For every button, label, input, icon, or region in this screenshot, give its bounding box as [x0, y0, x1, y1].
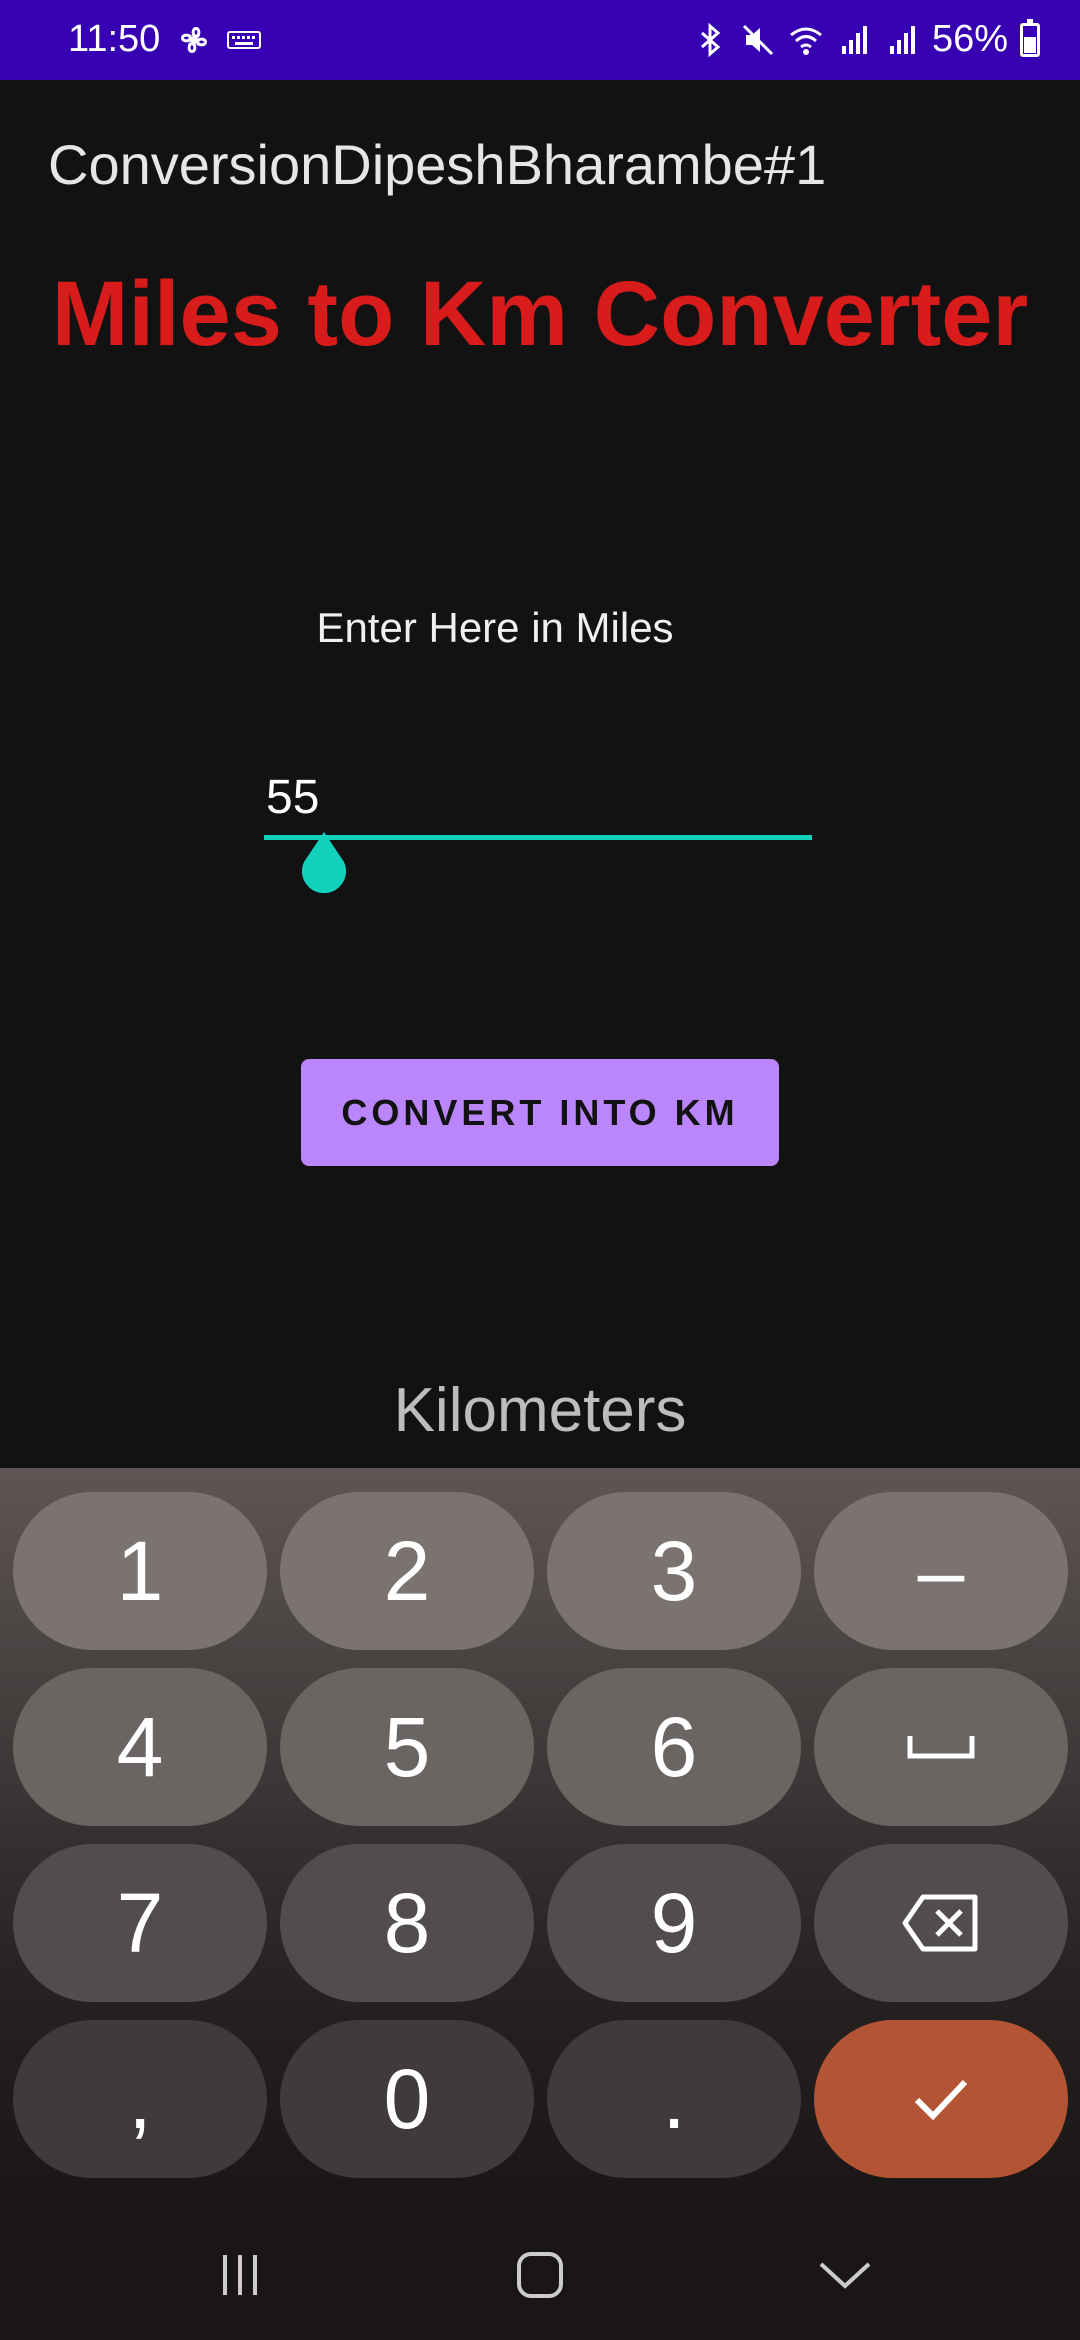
key-period[interactable]: . — [547, 2020, 801, 2178]
miles-input[interactable] — [266, 770, 806, 825]
miles-input-container[interactable] — [264, 770, 812, 840]
key-2[interactable]: 2 — [280, 1492, 534, 1650]
key-6[interactable]: 6 — [547, 1668, 801, 1826]
space-icon — [907, 1736, 975, 1759]
back-button[interactable] — [805, 2235, 885, 2315]
key-0[interactable]: 0 — [280, 2020, 534, 2178]
back-icon — [819, 2262, 871, 2289]
key-space[interactable] — [814, 1668, 1068, 1826]
page-heading: Miles to Km Converter — [51, 263, 1029, 365]
key-1[interactable]: 1 — [13, 1492, 267, 1650]
wifi-icon — [790, 27, 822, 55]
home-icon — [517, 2252, 563, 2298]
key-7[interactable]: 7 — [13, 1844, 267, 2002]
key-comma[interactable]: , — [13, 2020, 267, 2178]
key-done[interactable] — [814, 2020, 1068, 2178]
keyboard-icon — [227, 31, 261, 49]
battery-icon — [1020, 18, 1040, 57]
text-cursor-handle[interactable] — [294, 832, 354, 902]
navigation-bar — [0, 2205, 1080, 2340]
recent-apps-icon — [223, 2255, 257, 2295]
status-time: 11:50 — [68, 18, 161, 60]
home-button[interactable] — [500, 2235, 580, 2315]
fan-icon — [181, 27, 207, 53]
kilometers-result: Kilometers — [393, 1376, 687, 1445]
numeric-keyboard: 1 2 3 – 4 5 6 7 8 9 , 0 . — [0, 1468, 1080, 2205]
miles-label: Enter Here in Miles — [316, 604, 674, 651]
key-3[interactable]: 3 — [547, 1492, 801, 1650]
battery-percent: 56% — [931, 18, 1008, 60]
status-bar: 11:50 56% — [0, 0, 1080, 80]
signal-icon — [889, 25, 915, 54]
app-title: ConversionDipeshBharambe#1 — [48, 133, 827, 196]
key-5[interactable]: 5 — [280, 1668, 534, 1826]
key-4[interactable]: 4 — [13, 1668, 267, 1826]
mute-icon — [742, 24, 773, 55]
status-right: 56% — [692, 18, 1040, 61]
check-icon — [914, 2079, 968, 2121]
recent-apps-button[interactable] — [200, 2235, 280, 2315]
key-9[interactable]: 9 — [547, 1844, 801, 2002]
bluetooth-icon — [700, 22, 721, 57]
key-8[interactable]: 8 — [280, 1844, 534, 2002]
convert-button[interactable]: CONVERT INTO KM — [301, 1059, 779, 1166]
key-minus[interactable]: – — [814, 1492, 1068, 1650]
backspace-icon — [902, 1894, 978, 1952]
status-left-icons — [176, 22, 262, 58]
signal-icon — [841, 25, 867, 54]
key-backspace[interactable] — [814, 1844, 1068, 2002]
